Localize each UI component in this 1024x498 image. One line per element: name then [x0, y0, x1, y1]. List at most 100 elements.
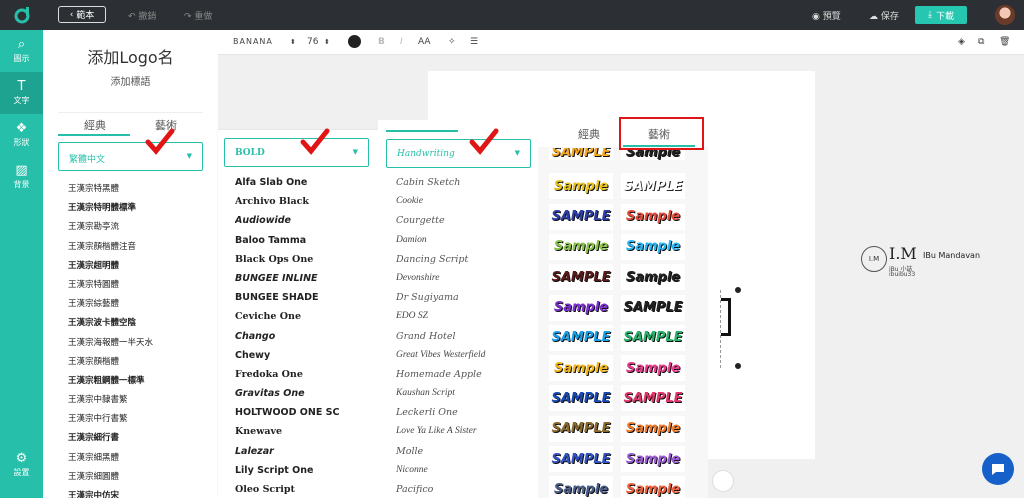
- canvas-zoom-handle[interactable]: [712, 470, 734, 492]
- resize-handle[interactable]: [735, 363, 741, 369]
- font-option[interactable]: Damion: [396, 235, 536, 254]
- sidebar-item-icons[interactable]: ⌕ 圖示: [0, 30, 43, 72]
- font-option[interactable]: Audiowide: [235, 215, 375, 234]
- font-option[interactable]: Homemade Apple: [396, 369, 536, 388]
- font-option[interactable]: 王漢宗中仿宋: [68, 489, 208, 498]
- font-option[interactable]: Great Vibes Westerfield: [396, 350, 536, 369]
- language-select[interactable]: 繁體中文 ▼: [58, 142, 203, 171]
- font-option[interactable]: 王漢宗特圓體: [68, 278, 208, 297]
- bold-category-select[interactable]: BOLD ▼: [224, 138, 369, 167]
- art-sample[interactable]: SAMPLE: [549, 148, 613, 160]
- art-sample[interactable]: Sample: [549, 294, 613, 321]
- art-sample[interactable]: SAMPLE: [549, 446, 613, 472]
- font-option[interactable]: 王漢宗超明體: [68, 259, 208, 278]
- font-option[interactable]: Chewy: [235, 350, 375, 369]
- art-sample[interactable]: Sample: [549, 476, 613, 498]
- font-option[interactable]: 王漢宗綜藝體: [68, 297, 208, 316]
- font-option[interactable]: Niconne: [396, 465, 536, 484]
- sidebar-item-shapes[interactable]: ❖ 形狀: [0, 114, 43, 156]
- sidebar-item-settings[interactable]: ⚙ 設置: [0, 444, 43, 486]
- font-option[interactable]: Cabin Sketch: [396, 177, 536, 196]
- effects-icon[interactable]: ✧: [448, 37, 456, 47]
- art-sample[interactable]: SAMPLE: [549, 203, 613, 230]
- letter-case-button[interactable]: AA: [418, 37, 431, 47]
- font-option[interactable]: Chango: [235, 331, 375, 350]
- sidebar-item-text[interactable]: T 文字: [0, 72, 43, 114]
- art-sample[interactable]: Sample: [549, 173, 613, 200]
- undo-button[interactable]: ↶ 撤銷: [128, 9, 156, 22]
- art-sample[interactable]: SAMPLE: [549, 385, 613, 412]
- font-option[interactable]: 王漢宗勘亭流: [68, 220, 208, 239]
- font-family-select[interactable]: BANANA: [233, 37, 273, 46]
- art-sample[interactable]: SAMPLE: [549, 264, 613, 291]
- font-option[interactable]: Oleo Script: [235, 484, 375, 498]
- art-sample[interactable]: SAMPLE: [549, 324, 613, 351]
- italic-button[interactable]: I: [400, 37, 403, 47]
- font-option[interactable]: Knewave: [235, 426, 375, 445]
- font-option[interactable]: 王漢宗粗鋼體一標準: [68, 374, 208, 393]
- art-sample[interactable]: SAMPLE: [621, 294, 685, 321]
- font-option[interactable]: Alfa Slab One: [235, 177, 375, 196]
- art-sample[interactable]: SAMPLE: [621, 324, 685, 351]
- font-option[interactable]: 王漢宗細黑體: [68, 451, 208, 470]
- font-option[interactable]: EDO SZ: [396, 311, 536, 330]
- layers-icon[interactable]: ◈: [958, 37, 965, 47]
- art-sample[interactable]: Sample: [621, 264, 685, 291]
- art-sample[interactable]: Sample: [621, 415, 685, 442]
- font-option[interactable]: Lalezar: [235, 446, 375, 465]
- font-option[interactable]: 王漢宗細圓體: [68, 470, 208, 489]
- font-option[interactable]: 王漢宗特明體標準: [68, 201, 208, 220]
- art-sample[interactable]: Sample: [621, 355, 685, 382]
- art-sample[interactable]: Sample: [621, 446, 685, 472]
- art-sample[interactable]: SAMPLE: [621, 173, 685, 200]
- font-option[interactable]: 王漢宗顏楷體注音: [68, 240, 208, 259]
- font-option[interactable]: Molle: [396, 446, 536, 465]
- font-option[interactable]: 王漢宗中隸書繁: [68, 393, 208, 412]
- art-sample[interactable]: Sample: [549, 355, 613, 382]
- font-option[interactable]: Devonshire: [396, 273, 536, 292]
- preview-button[interactable]: ◉ 預覽: [812, 9, 841, 22]
- resize-handle[interactable]: [735, 287, 741, 293]
- font-option[interactable]: BUNGEE SHADE: [235, 292, 375, 311]
- font-option[interactable]: Pacifico: [396, 484, 536, 498]
- delete-icon[interactable]: 🗑: [999, 37, 1010, 47]
- art-sample[interactable]: Sample: [621, 476, 685, 498]
- art-sample[interactable]: Sample: [621, 203, 685, 230]
- download-button[interactable]: ⤓ 下載: [915, 6, 967, 24]
- font-size-stepper-icon[interactable]: ⬍: [324, 38, 330, 46]
- app-logo[interactable]: [0, 0, 43, 30]
- font-option[interactable]: Dr Sugiyama: [396, 292, 536, 311]
- text-color-swatch[interactable]: [348, 35, 361, 48]
- art-sample[interactable]: Sample: [621, 233, 685, 260]
- redo-button[interactable]: ↷ 重做: [184, 9, 212, 22]
- duplicate-icon[interactable]: ⧉: [978, 37, 984, 47]
- font-option[interactable]: Gravitas One: [235, 388, 375, 407]
- font-size-field[interactable]: 76: [307, 37, 318, 47]
- add-slogan-button[interactable]: 添加標語: [43, 73, 218, 88]
- font-option[interactable]: 王漢宗中行書繁: [68, 412, 208, 431]
- back-to-templates-button[interactable]: ‹ 範本: [58, 6, 106, 23]
- font-option[interactable]: Dancing Script: [396, 254, 536, 273]
- save-button[interactable]: ☁ 保存: [869, 9, 899, 22]
- font-option[interactable]: Grand Hotel: [396, 331, 536, 350]
- font-option[interactable]: Love Ya Like A Sister: [396, 426, 536, 445]
- add-logo-name-button[interactable]: 添加Logo名: [43, 44, 218, 68]
- art-sample[interactable]: SAMPLE: [621, 385, 685, 412]
- font-option[interactable]: Cookie: [396, 196, 536, 215]
- font-option[interactable]: Kaushan Script: [396, 388, 536, 407]
- chat-support-button[interactable]: [982, 453, 1014, 485]
- font-option[interactable]: Fredoka One: [235, 369, 375, 388]
- font-option[interactable]: 王漢宗波卡體空陰: [68, 316, 208, 335]
- font-option[interactable]: 王漢宗海報體一半天水: [68, 336, 208, 355]
- selection-box[interactable]: [720, 287, 741, 369]
- font-option[interactable]: Archivo Black: [235, 196, 375, 215]
- handwriting-category-select[interactable]: Handwriting ▼: [386, 139, 531, 168]
- font-option[interactable]: BUNGEE INLINE: [235, 273, 375, 292]
- font-option[interactable]: Baloo Tamma: [235, 235, 375, 254]
- font-family-stepper-icon[interactable]: ⬍: [290, 38, 296, 46]
- font-option[interactable]: 王漢宗細行書: [68, 431, 208, 450]
- font-option[interactable]: Ceviche One: [235, 311, 375, 330]
- font-option[interactable]: Leckerli One: [396, 407, 536, 426]
- font-option[interactable]: 王漢宗顏楷體: [68, 355, 208, 374]
- user-avatar[interactable]: [995, 5, 1015, 25]
